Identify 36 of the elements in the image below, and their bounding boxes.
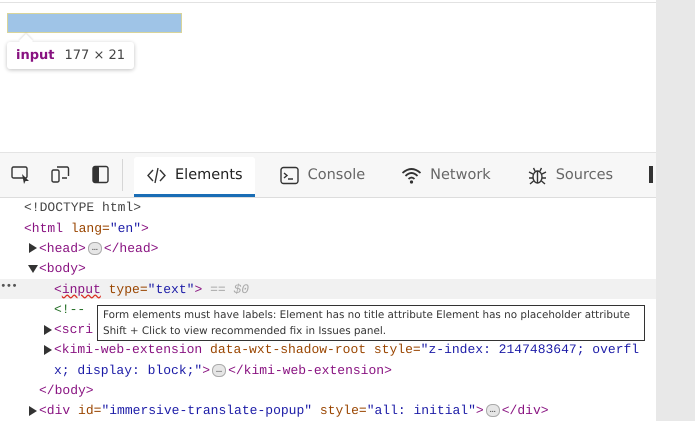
disclosure-triangle-icon[interactable] (29, 406, 37, 416)
code-text: <!DOCTYPE html> (24, 200, 142, 216)
code-text: <kimi-web-extension data-wxt-shadow-root style="z-index: 2147483647; overfl (54, 342, 640, 358)
devtools-tab[interactable]: Network (389, 156, 503, 197)
code-text: <!-- (54, 302, 86, 317)
inspect-icon[interactable] (10, 164, 31, 186)
element-size: 177 × 21 (64, 48, 126, 63)
device-icon[interactable] (50, 164, 71, 186)
ellipsis-button[interactable]: … (212, 364, 226, 377)
tooltip-text: Form elements must have labels: Element has no title attribute Element has no placeholder attribute (103, 308, 630, 323)
ellipsis-button[interactable]: … (88, 242, 102, 255)
selected-row[interactable]: ••• <input type="text"> == $0 (0, 278, 656, 300)
code-text: </head> (104, 240, 158, 256)
code-text: </kimi-web-extension> (228, 362, 392, 378)
disclosure-triangle-icon[interactable] (29, 243, 37, 254)
tooltip-text: Shift + Click to view recommended fix in Issues panel. (103, 324, 386, 339)
code-text: x; display: block;"> (54, 362, 210, 378)
code-text: <scri (54, 322, 94, 338)
element-tag: input (16, 48, 54, 63)
code-text: </div> (502, 403, 549, 418)
disclosure-triangle-icon[interactable] (44, 324, 52, 335)
code-text: <head> (39, 240, 86, 256)
more-icon[interactable]: ••• (0, 280, 17, 293)
code-text: <body> (39, 261, 86, 276)
disclosure-triangle-icon[interactable] (44, 344, 52, 355)
tab-icon[interactable] (649, 166, 654, 184)
code-text: </body> (39, 383, 94, 398)
dock-side-icon[interactable] (90, 164, 111, 186)
code-text: <input type="text"> == $0 (54, 282, 250, 297)
code-text: <html lang="en"> (24, 220, 149, 236)
ellipsis-button[interactable]: … (486, 404, 500, 418)
code-text: <div id="immersive-translate-popup" style="all: initial"> (39, 403, 484, 418)
devtools-tab[interactable]: Sources (514, 156, 626, 197)
console-icon (278, 164, 300, 186)
devtools-tab[interactable]: Console (266, 156, 378, 197)
devtools-tab[interactable]: Elements (134, 156, 255, 197)
